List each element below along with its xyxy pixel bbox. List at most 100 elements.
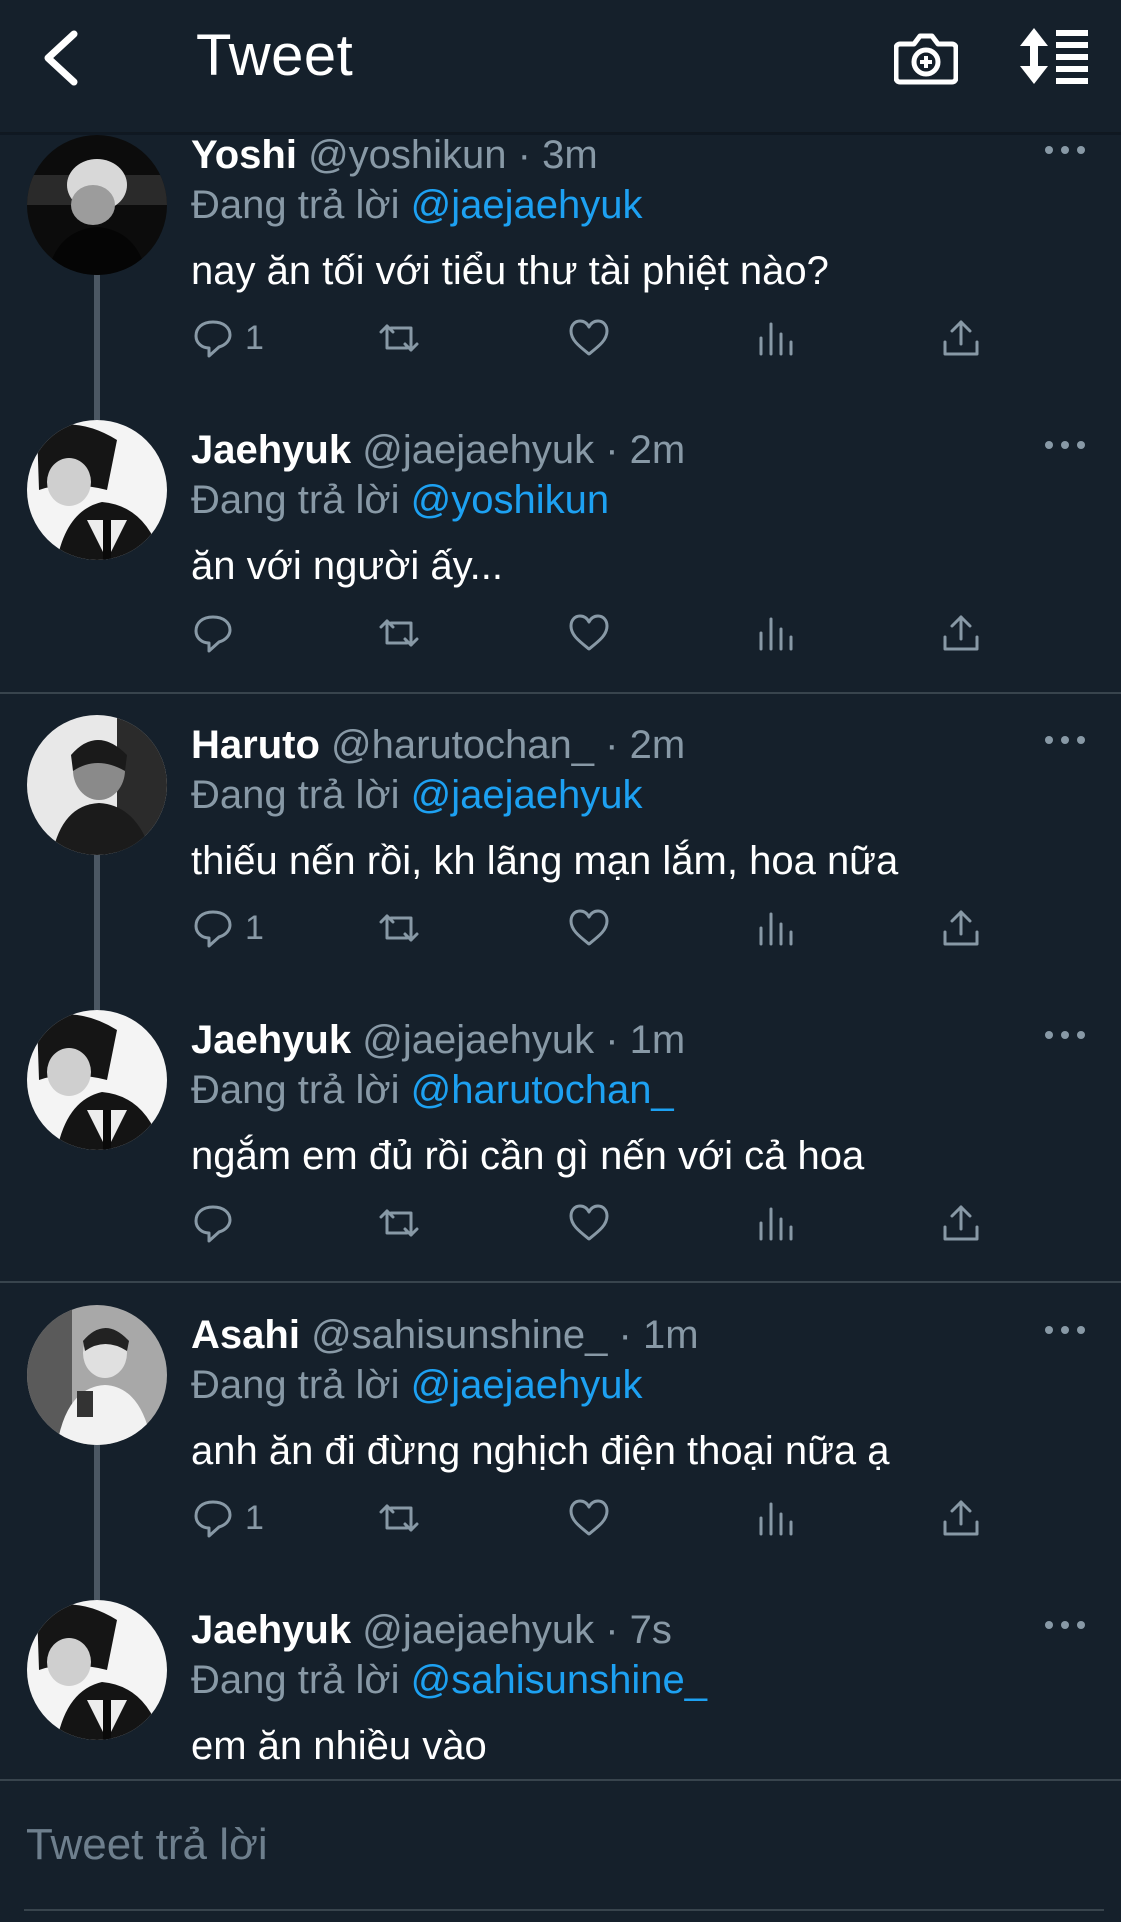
tweet[interactable]: Asahi @sahisunshine_ · 1m Đang trả lời @j… [0, 1313, 1121, 1610]
replying-to-mention[interactable]: @jaejaehyuk [411, 773, 643, 817]
analytics-icon [759, 617, 793, 651]
author-handle[interactable]: @jaejaehyuk [362, 1018, 594, 1062]
replying-to-mention[interactable]: @harutochan_ [411, 1068, 674, 1112]
replying-to-mention[interactable]: @jaejaehyuk [411, 183, 643, 227]
avatar-yoshi-image [27, 135, 167, 275]
avatar[interactable] [27, 420, 167, 560]
retweet-button[interactable] [377, 903, 421, 953]
retweet-icon [379, 1504, 419, 1532]
share-icon [943, 1205, 979, 1241]
tweet-text: ngắm em đủ rồi cần gì nến với cả hoa [191, 1134, 865, 1178]
retweet-button[interactable] [377, 1198, 421, 1248]
like-button[interactable] [567, 608, 611, 658]
author-handle[interactable]: @jaejaehyuk [362, 428, 594, 472]
analytics-button[interactable] [753, 608, 797, 658]
more-options-button[interactable] [1040, 1610, 1090, 1640]
more-dots-icon [1045, 736, 1085, 744]
like-icon [569, 1204, 609, 1241]
avatar[interactable] [27, 1305, 167, 1445]
share-button[interactable] [939, 1198, 983, 1248]
like-button[interactable] [567, 313, 611, 363]
replying-to-label: Đang trả lời [191, 478, 400, 522]
reply-button[interactable]: 1 [191, 313, 264, 363]
replying-to-label: Đang trả lời [191, 1068, 400, 1112]
reply-composer [0, 1779, 1121, 1922]
like-button[interactable] [567, 903, 611, 953]
more-dots-icon [1045, 1621, 1085, 1629]
author-name[interactable]: Jaehyuk [191, 1608, 351, 1652]
more-options-button[interactable] [1040, 1315, 1090, 1345]
camera-button[interactable] [893, 28, 959, 88]
page-title: Tweet [196, 23, 354, 88]
analytics-button[interactable] [753, 1493, 797, 1543]
tweet-text: anh ăn đi đừng nghịch điện thoại nữa ạ [191, 1429, 890, 1473]
reply-count: 1 [245, 1498, 264, 1537]
tweet-text: ăn với người ấy... [191, 544, 503, 588]
more-options-button[interactable] [1040, 1020, 1090, 1050]
tweet-actions: 1 [191, 313, 991, 373]
replying-to-mention[interactable]: @jaejaehyuk [411, 1363, 643, 1407]
more-options-button[interactable] [1040, 430, 1090, 460]
author-name[interactable]: Jaehyuk [191, 1018, 351, 1062]
reply-icon [194, 615, 232, 653]
like-button[interactable] [567, 1493, 611, 1543]
reply-input[interactable] [24, 1809, 1088, 1881]
tweet-timestamp: 2m [629, 428, 686, 472]
more-options-button[interactable] [1040, 135, 1090, 165]
like-button[interactable] [567, 1198, 611, 1248]
reply-button[interactable] [191, 1198, 235, 1248]
replying-to: Đang trả lời @jaejaehyuk [191, 1363, 643, 1408]
reply-icon [194, 910, 232, 948]
reply-button[interactable]: 1 [191, 1493, 264, 1543]
analytics-button[interactable] [753, 313, 797, 363]
avatar[interactable] [27, 1010, 167, 1150]
replying-to-mention[interactable]: @sahisunshine_ [411, 1658, 707, 1702]
tweet[interactable]: Yoshi @yoshikun · 3m Đang trả lời @jaejae… [0, 133, 1121, 430]
analytics-icon [759, 322, 793, 356]
replying-to-mention[interactable]: @yoshikun [411, 478, 609, 522]
separator-dot: · [618, 1313, 632, 1357]
reply-icon [194, 1205, 232, 1243]
replying-to: Đang trả lời @sahisunshine_ [191, 1658, 707, 1703]
analytics-button[interactable] [753, 903, 797, 953]
avatar[interactable] [27, 1600, 167, 1740]
like-icon [569, 319, 609, 356]
back-button[interactable] [36, 26, 96, 90]
tweet[interactable]: Haruto @harutochan_ · 2m Đang trả lời @ja… [0, 723, 1121, 1020]
author-handle[interactable]: @sahisunshine_ [311, 1313, 607, 1357]
share-button[interactable] [939, 608, 983, 658]
retweet-button[interactable] [377, 313, 421, 363]
author-name[interactable]: Haruto [191, 723, 320, 767]
more-dots-icon [1045, 146, 1085, 154]
author-handle[interactable]: @jaejaehyuk [362, 1608, 594, 1652]
retweet-button[interactable] [377, 1493, 421, 1543]
replying-to-label: Đang trả lời [191, 773, 400, 817]
replying-to-label: Đang trả lời [191, 1363, 400, 1407]
author-handle[interactable]: @yoshikun [308, 133, 506, 177]
more-dots-icon [1045, 441, 1085, 449]
sort-button[interactable] [1018, 26, 1090, 86]
share-icon [943, 910, 979, 946]
author-handle[interactable]: @harutochan_ [331, 723, 594, 767]
reply-button[interactable]: 1 [191, 903, 264, 953]
thread-connector-line [94, 845, 100, 1010]
share-button[interactable] [939, 903, 983, 953]
avatar[interactable] [27, 135, 167, 275]
like-icon [569, 614, 609, 651]
tweet[interactable]: Jaehyuk @jaejaehyuk · 2m Đang trả lời @yo… [0, 428, 1121, 725]
separator-dot: · [605, 428, 619, 472]
avatar[interactable] [27, 715, 167, 855]
camera-add-icon [893, 33, 959, 85]
tweet[interactable]: Jaehyuk @jaejaehyuk · 1m Đang trả lời @ha… [0, 1018, 1121, 1315]
tweet-actions [191, 1198, 991, 1258]
author-name[interactable]: Asahi [191, 1313, 300, 1357]
share-button[interactable] [939, 313, 983, 363]
retweet-button[interactable] [377, 608, 421, 658]
reply-button[interactable] [191, 608, 235, 658]
share-button[interactable] [939, 1493, 983, 1543]
more-options-button[interactable] [1040, 725, 1090, 755]
analytics-button[interactable] [753, 1198, 797, 1248]
author-name[interactable]: Jaehyuk [191, 428, 351, 472]
reply-icon [194, 1500, 232, 1538]
author-name[interactable]: Yoshi [191, 133, 297, 177]
